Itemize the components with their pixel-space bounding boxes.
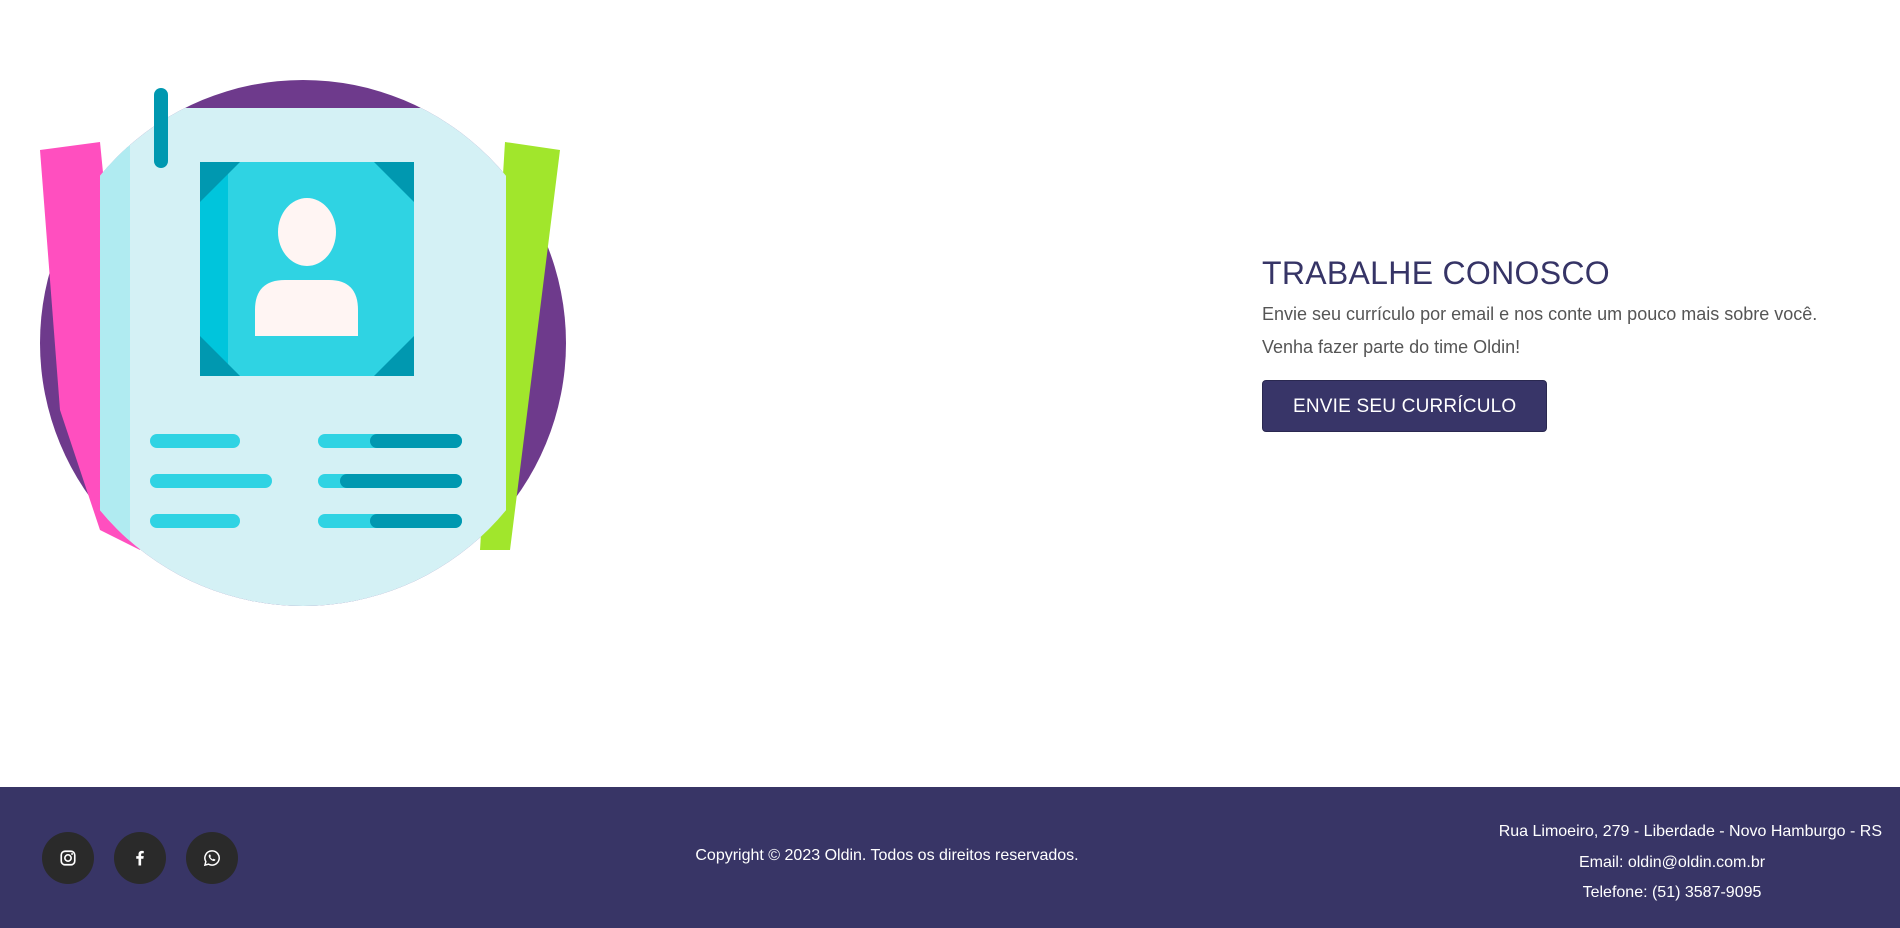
subtitle-secondary: Venha fazer parte do time Oldin! [1262,337,1521,357]
email-text: Email: oldin@oldin.com.br [1578,853,1766,871]
contact-info: Rua Limoeiro, 279 - Liberdade - Novo Ham… [1462,817,1882,909]
send-resume-button[interactable]: ENVIE SEU CURRÍCULO [1262,380,1548,432]
resume-icon [40,80,566,606]
address-text: Rua Limoeiro, 279 - Liberdade - Novo Ham… [1498,823,1882,840]
page: TRABALHE CONOSCO Envie seu currículo por… [0,0,1900,928]
subtitle: Envie seu currículo por email e nos cont… [1262,304,1818,324]
avatar-body [255,280,358,336]
paper-clip [154,88,168,168]
phone-text: Telefone: (51) 3587-9095 [1582,884,1762,901]
avatar-head [278,198,336,266]
photo-frame [200,162,414,376]
page-title: TRABALHE CONOSCO [1262,255,1610,291]
main-section: TRABALHE CONOSCO Envie seu currículo por… [0,0,1900,787]
careers-section: TRABALHE CONOSCO Envie seu currículo por… [1262,252,1882,432]
footer: Copyright © 2023 Oldin. Todos os direito… [0,787,1900,928]
